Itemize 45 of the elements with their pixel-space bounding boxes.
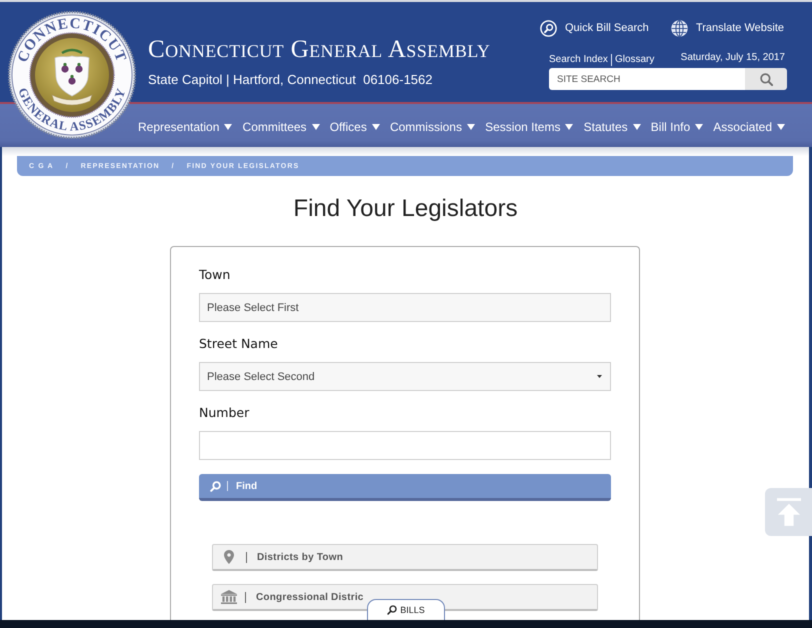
bills-tab-overlay[interactable]: BILLS [367,599,445,620]
combobox-field[interactable]: Please Select First [199,293,611,322]
caret-down-icon [372,124,380,130]
building-icon [221,590,237,604]
arrow-up-icon [776,498,800,526]
map-pin-icon [224,550,234,564]
field-label: Street Name [199,335,278,353]
caret-down-icon [466,124,475,130]
search-icon [210,480,221,492]
caret-down-icon [597,375,602,378]
field-label: Number [199,404,250,422]
scroll-to-top-button[interactable] [765,488,812,536]
field-label: Town [199,266,230,284]
nav-menu-item[interactable]: Commissions [390,120,475,134]
nav-menu-item[interactable]: Statutes [584,120,641,134]
date-text: Saturday, July 15, 2017 [680,52,785,64]
nav-menu-item[interactable]: Associated [713,120,785,134]
caret-down-icon [312,124,320,130]
nav-menu-item[interactable]: Bill Info [650,120,704,134]
quick-bill-search-link[interactable]: Quick Bill Search [540,20,649,36]
site-address: State Capitol | Hartford, Connecticut 06106-1562 [148,72,434,88]
site-search-field[interactable]: SITE SEARCH [549,68,745,90]
caret-down-icon [695,124,704,130]
search-icon [760,72,772,86]
nav-menu-item[interactable]: Representation [138,120,232,134]
dropdown-select[interactable]: Please Select Second [199,362,611,391]
caret-down-icon [632,124,641,130]
caret-down-icon [777,124,785,130]
nav-menu-item[interactable]: Session Items [485,120,574,134]
site-title: Connecticut General Assembly [148,35,490,65]
caret-down-icon [224,124,232,130]
nav-menu-item[interactable]: Committees [242,120,320,134]
search-button[interactable] [745,68,787,90]
translate-link[interactable]: Translate Website [670,20,784,36]
caret-down-icon [565,124,574,130]
nav-menu-item[interactable]: Offices [330,120,380,134]
search-icon [540,20,557,36]
header-link[interactable]: Glossary [610,54,654,66]
header-link[interactable]: Search Index [549,54,608,66]
page-title: Find Your Legislators [292,195,519,223]
find-button[interactable]: Find [199,474,611,501]
globe-icon [670,20,688,36]
search-icon [387,605,398,615]
input-field[interactable] [199,431,611,460]
district-link[interactable]: Districts by Town [212,544,598,571]
